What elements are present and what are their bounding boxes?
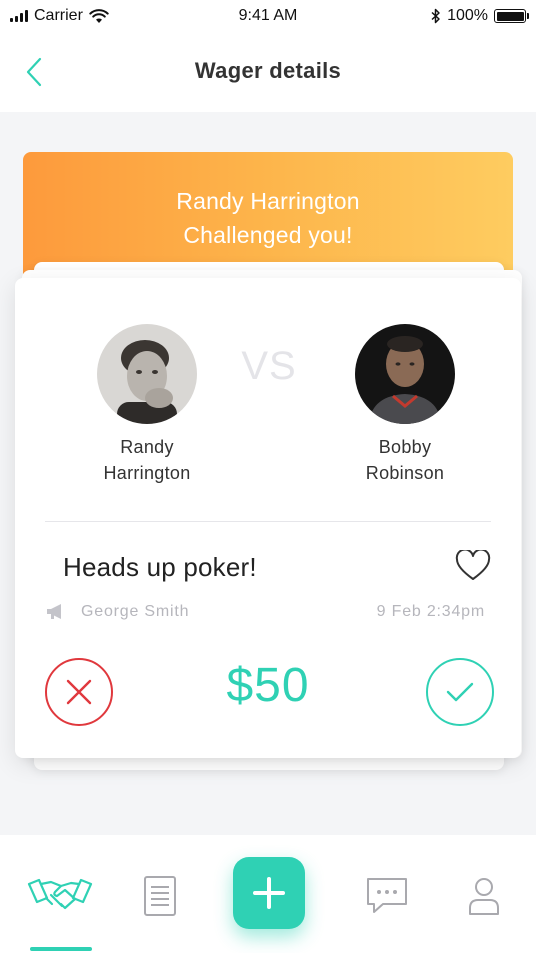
- accept-button[interactable]: [426, 658, 494, 726]
- wager-title: Heads up poker!: [63, 552, 257, 582]
- handshake-icon: [27, 878, 93, 910]
- add-wager-button[interactable]: [233, 857, 305, 929]
- battery-icon: [494, 9, 529, 23]
- user-icon: [469, 878, 499, 915]
- status-bar: Carrier 9:41 AM 100%: [0, 0, 536, 32]
- player-left[interactable]: Randy Harrington: [67, 324, 227, 486]
- wifi-icon: [89, 8, 109, 23]
- player-right-name: Bobby Robinson: [325, 434, 485, 486]
- wager-date: 9 Feb 2:34pm: [376, 603, 485, 620]
- document-icon: [144, 876, 176, 916]
- megaphone-icon: [47, 604, 61, 619]
- vs-label: VS: [241, 344, 297, 388]
- avatar: [355, 324, 455, 424]
- player-right-last-name: Robinson: [365, 463, 445, 483]
- chat-icon: [367, 878, 407, 913]
- wager-host: George Smith: [45, 603, 189, 621]
- signal-icon: [10, 10, 28, 22]
- player-left-last-name: Harrington: [103, 463, 191, 483]
- player-right[interactable]: Bobby Robinson: [325, 324, 485, 486]
- wager-card: Randy Harrington VS Bobby Robinson Heads…: [15, 278, 521, 758]
- bluetooth-icon: [431, 8, 440, 24]
- status-right: 100%: [431, 7, 529, 25]
- status-left: Carrier: [10, 7, 109, 25]
- carrier-label: Carrier: [34, 7, 83, 24]
- divider: [45, 521, 491, 522]
- accept-check-icon: [446, 682, 474, 702]
- tab-documents[interactable]: [140, 873, 180, 919]
- tab-wagers[interactable]: [26, 873, 94, 919]
- avatar: [97, 324, 197, 424]
- battery-percent: 100%: [447, 7, 488, 24]
- tab-messages[interactable]: [362, 873, 412, 919]
- plus-icon: [253, 877, 285, 909]
- player-left-name: Randy Harrington: [67, 434, 227, 486]
- challenge-message: Challenged you!: [183, 222, 353, 248]
- wager-meta: George Smith 9 Feb 2:34pm: [45, 600, 485, 624]
- active-tab-indicator: [30, 947, 92, 951]
- favorite-button[interactable]: [455, 548, 491, 584]
- nav-bar: Wager details: [0, 32, 536, 112]
- challenger-name: Randy Harrington: [176, 188, 360, 214]
- challenge-header-text: Randy Harrington Challenged you!: [0, 184, 536, 252]
- tab-profile[interactable]: [464, 873, 504, 919]
- player-left-first-name: Randy: [120, 437, 174, 457]
- page-title: Wager details: [194, 58, 342, 83]
- heart-icon: [455, 548, 491, 580]
- player-right-first-name: Bobby: [378, 437, 432, 457]
- host-name: George Smith: [81, 603, 190, 620]
- tab-bar: [0, 835, 536, 953]
